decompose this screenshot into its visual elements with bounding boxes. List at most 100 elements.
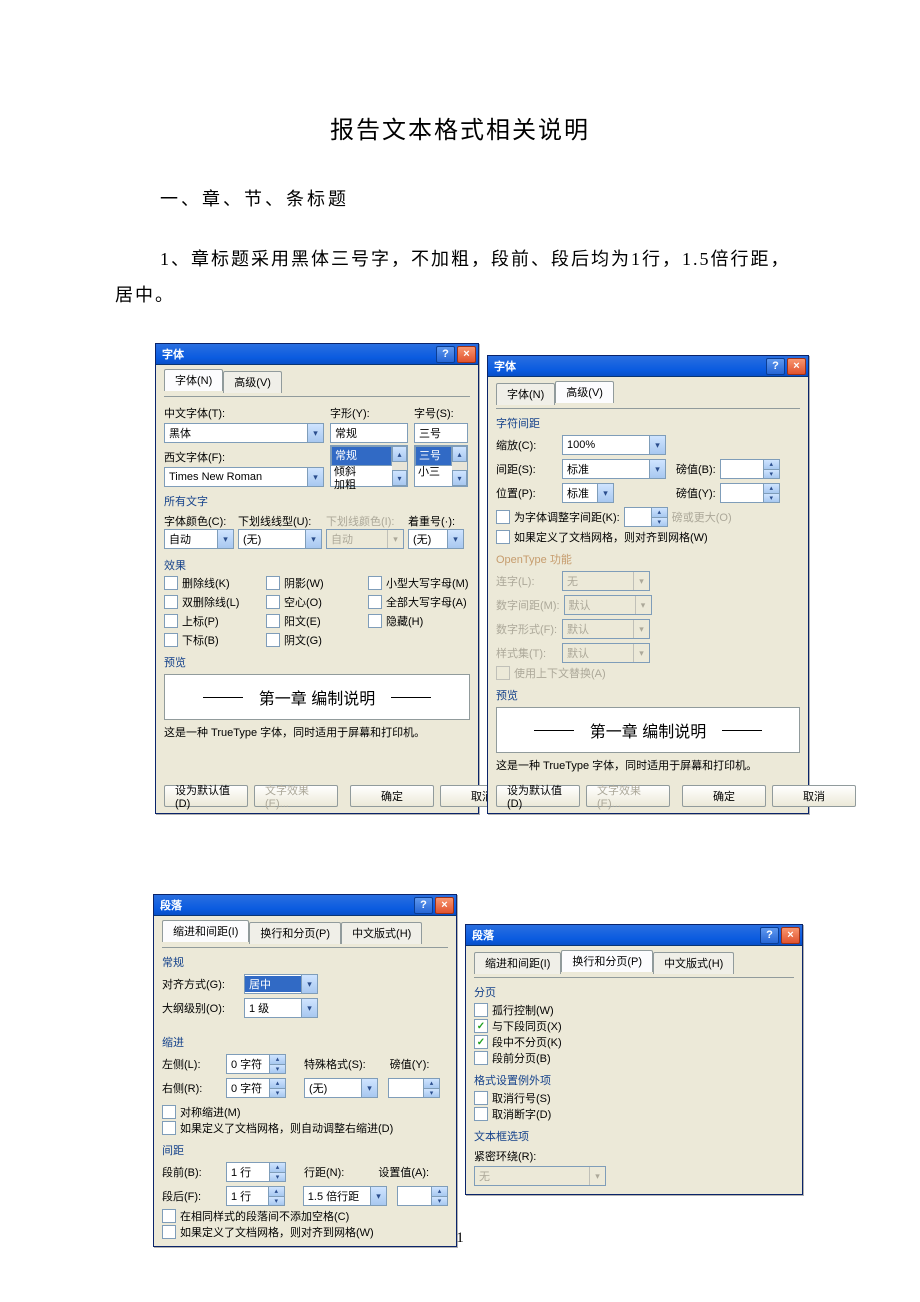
tab-indent-spacing[interactable]: 缩进和间距(I) — [162, 920, 249, 942]
tab-cjk[interactable]: 中文版式(H) — [653, 952, 734, 974]
position-select[interactable]: 标准▾ — [562, 483, 614, 503]
chk-page-break-before[interactable]: 段前分页(B) — [474, 1050, 794, 1066]
tab-advanced[interactable]: 高级(V) — [223, 371, 282, 393]
alignment-select[interactable]: 居中▾ — [244, 974, 318, 994]
font-size-input[interactable]: 三号 — [414, 423, 468, 443]
spin-down-icon[interactable]: ▾ — [652, 518, 667, 527]
default-button[interactable]: 设为默认值(D) — [164, 785, 248, 807]
tab-line-break[interactable]: 换行和分页(P) — [561, 950, 653, 972]
spin-up-icon[interactable]: ▴ — [764, 460, 779, 470]
close-icon[interactable]: × — [781, 927, 800, 944]
position-value-spinner[interactable]: ▴▾ — [720, 483, 780, 503]
spacing-value-spinner[interactable]: ▴▾ — [720, 459, 780, 479]
scroll-up-icon[interactable]: ▴ — [392, 446, 407, 462]
scroll-down-icon[interactable]: ▾ — [452, 470, 467, 486]
chk-keep-with-next[interactable]: ✓与下段同页(X) — [474, 1018, 794, 1034]
list-item[interactable]: 小三 — [415, 466, 452, 479]
tab-font[interactable]: 字体(N) — [164, 369, 223, 391]
font-style-input[interactable]: 常规 — [330, 423, 408, 443]
scroll-up-icon[interactable]: ▴ — [452, 446, 467, 462]
tab-indent-spacing[interactable]: 缩进和间距(I) — [474, 952, 561, 974]
label-at-value: 设置值(A): — [378, 1164, 429, 1180]
chk-small-caps[interactable]: 小型大写字母(M) — [368, 575, 470, 591]
chk-shadow[interactable]: 阴影(W) — [266, 575, 368, 591]
tab-line-break[interactable]: 换行和分页(P) — [249, 922, 341, 944]
chk-engrave[interactable]: 阴文(G) — [266, 632, 368, 648]
close-icon[interactable]: × — [787, 358, 806, 375]
help-icon[interactable]: ? — [414, 897, 433, 914]
chk-hidden[interactable]: 隐藏(H) — [368, 613, 470, 629]
chk-suppress-line-num[interactable]: 取消行号(S) — [474, 1090, 794, 1106]
tab-cjk[interactable]: 中文版式(H) — [341, 922, 422, 944]
font-style-list[interactable]: 常规 倾斜 加粗 ▴▾ — [330, 445, 408, 487]
underline-select[interactable]: (无)▾ — [238, 529, 322, 549]
cn-font-select[interactable]: 黑体▾ — [164, 423, 324, 443]
chk-subscript[interactable]: 下标(B) — [164, 632, 266, 648]
kerning-spinner[interactable]: ▴▾ — [624, 507, 668, 527]
spin-down-icon[interactable]: ▾ — [764, 470, 779, 479]
list-item[interactable]: 常规 — [331, 446, 392, 466]
spin-up-icon[interactable]: ▴ — [764, 484, 779, 494]
emphasis-select[interactable]: (无)▾ — [408, 529, 464, 549]
space-after-spinner[interactable]: 1 行▴▾ — [226, 1186, 285, 1206]
chk-no-hyphenation[interactable]: 取消断字(D) — [474, 1106, 794, 1122]
chk-all-caps[interactable]: 全部大写字母(A) — [368, 594, 470, 610]
ok-button[interactable]: 确定 — [682, 785, 766, 807]
chk-mirror-indent[interactable]: 对称缩进(M) — [162, 1104, 448, 1120]
scale-select[interactable]: 100%▾ — [562, 435, 666, 455]
font-color-select[interactable]: 自动▾ — [164, 529, 234, 549]
spin-up-icon[interactable]: ▴ — [270, 1163, 285, 1173]
spin-down-icon[interactable]: ▾ — [424, 1089, 439, 1098]
spacing-select[interactable]: 标准▾ — [562, 459, 666, 479]
spin-up-icon[interactable]: ▴ — [269, 1187, 284, 1197]
cancel-button[interactable]: 取消 — [772, 785, 856, 807]
right-indent-spinner[interactable]: 0 字符▴▾ — [226, 1078, 286, 1098]
outline-level-select[interactable]: 1 级▾ — [244, 998, 318, 1018]
spin-up-icon[interactable]: ▴ — [270, 1079, 285, 1089]
label-scale: 缩放(C): — [496, 437, 558, 453]
font-size-list[interactable]: 三号 小三 ▴ ▾ — [414, 445, 468, 487]
chk-keep-together[interactable]: ✓段中不分页(K) — [474, 1034, 794, 1050]
space-before-spinner[interactable]: 1 行▴▾ — [226, 1162, 286, 1182]
help-icon[interactable]: ? — [766, 358, 785, 375]
spin-up-icon[interactable]: ▴ — [424, 1079, 439, 1089]
special-value-spinner[interactable]: ▴▾ — [388, 1078, 440, 1098]
list-item[interactable]: 倾斜 — [331, 466, 392, 479]
left-indent-spinner[interactable]: 0 字符▴▾ — [226, 1054, 286, 1074]
chk-double-strike[interactable]: 双删除线(L) — [164, 594, 266, 610]
spin-up-icon[interactable]: ▴ — [652, 508, 667, 518]
scroll-down-icon[interactable]: ▾ — [392, 470, 407, 486]
chk-outline[interactable]: 空心(O) — [266, 594, 368, 610]
chk-widow-control[interactable]: 孤行控制(W) — [474, 1002, 794, 1018]
chk-emboss[interactable]: 阳文(E) — [266, 613, 368, 629]
chk-strike[interactable]: 删除线(K) — [164, 575, 266, 591]
chk-superscript[interactable]: 上标(P) — [164, 613, 266, 629]
chk-snap-grid[interactable]: 如果定义了文档网格，则对齐到网格(W) — [496, 529, 800, 545]
close-icon[interactable]: × — [457, 346, 476, 363]
help-icon[interactable]: ? — [760, 927, 779, 944]
tab-advanced[interactable]: 高级(V) — [555, 381, 614, 403]
spin-down-icon[interactable]: ▾ — [432, 1197, 447, 1206]
ok-button[interactable]: 确定 — [350, 785, 434, 807]
spin-down-icon[interactable]: ▾ — [270, 1089, 285, 1098]
special-format-select[interactable]: (无)▾ — [304, 1078, 378, 1098]
close-icon[interactable]: × — [435, 897, 454, 914]
chk-no-space-same-style[interactable]: 在相同样式的段落间不添加空格(C) — [162, 1208, 448, 1224]
spin-down-icon[interactable]: ▾ — [270, 1065, 285, 1074]
list-item[interactable]: 三号 — [415, 446, 452, 466]
at-value-spinner[interactable]: ▴▾ — [397, 1186, 448, 1206]
spin-down-icon[interactable]: ▾ — [764, 494, 779, 503]
chk-kerning[interactable]: 为字体调整字间距(K): — [496, 509, 620, 525]
line-spacing-select[interactable]: 1.5 倍行距▾ — [303, 1186, 387, 1206]
spin-down-icon[interactable]: ▾ — [270, 1173, 285, 1182]
preview-box: 第一章 编制说明 — [496, 707, 800, 753]
en-font-select[interactable]: Times New Roman▾ — [164, 467, 324, 487]
default-button[interactable]: 设为默认值(D) — [496, 785, 580, 807]
tab-font[interactable]: 字体(N) — [496, 383, 555, 405]
list-item[interactable]: 加粗 — [331, 479, 392, 492]
chk-auto-indent[interactable]: 如果定义了文档网格，则自动调整右缩进(D) — [162, 1120, 448, 1136]
spin-up-icon[interactable]: ▴ — [432, 1187, 447, 1197]
spin-up-icon[interactable]: ▴ — [270, 1055, 285, 1065]
spin-down-icon[interactable]: ▾ — [269, 1197, 284, 1206]
help-icon[interactable]: ? — [436, 346, 455, 363]
